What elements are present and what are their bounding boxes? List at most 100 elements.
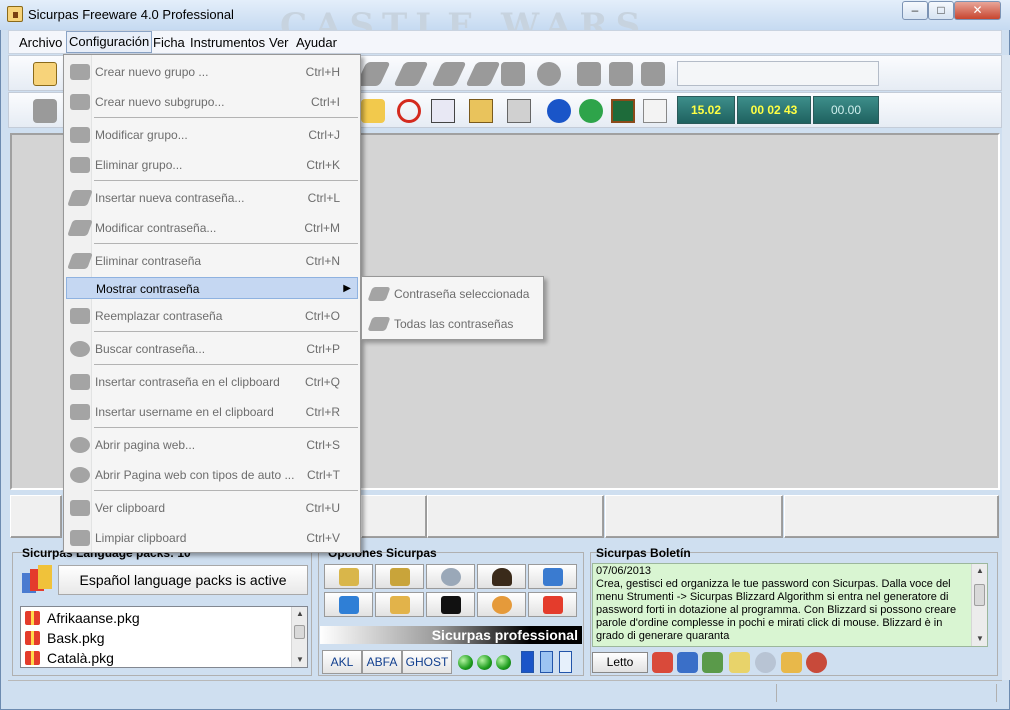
bulletin-title: Sicurpas Boletín: [596, 546, 691, 560]
help-icon[interactable]: [547, 99, 571, 123]
list-item[interactable]: Català.pkg: [25, 648, 114, 667]
language-list[interactable]: Afrikaanse.pkg Bask.pkg Català.pkg ▲ ▼: [20, 606, 308, 668]
scroll-thumb[interactable]: [294, 625, 305, 639]
note-edit-icon[interactable]: [729, 652, 750, 673]
scroll-thumb[interactable]: [974, 584, 985, 606]
disc-icon[interactable]: [755, 652, 776, 673]
option-keys-button[interactable]: [375, 564, 424, 589]
group-icon[interactable]: [33, 99, 57, 123]
menu-item-ver-clipboard[interactable]: Ver clipboard Ctrl+U: [66, 497, 358, 519]
clipboard-icon: [390, 596, 410, 614]
action-slot-3[interactable]: [427, 495, 604, 538]
menu-item-insertar-contrasena[interactable]: Insertar nueva contraseña... Ctrl+L: [66, 187, 358, 209]
scroll-up-icon[interactable]: ▲: [292, 607, 307, 621]
option-password-button[interactable]: [324, 564, 373, 589]
menu-archivo[interactable]: Archivo: [17, 34, 64, 52]
clipboard-clear-icon[interactable]: [641, 62, 665, 86]
search-person-icon[interactable]: [537, 62, 561, 86]
option-window-button[interactable]: [324, 592, 373, 617]
menu-item-modificar-grupo[interactable]: Modificar grupo... Ctrl+J: [66, 124, 358, 146]
ghost-button[interactable]: GHOST: [402, 650, 452, 674]
home-refresh-icon[interactable]: [652, 652, 673, 673]
book-blank-icon[interactable]: [559, 651, 572, 673]
menu-item-abrir-pagina-auto[interactable]: Abrir Pagina web con tipos de auto ... Ct…: [66, 464, 358, 486]
book-icon[interactable]: [521, 651, 534, 673]
option-settings-button[interactable]: [426, 564, 475, 589]
list-item[interactable]: Bask.pkg: [25, 628, 105, 648]
swap-icon[interactable]: [501, 62, 525, 86]
akl-button[interactable]: AKL: [322, 650, 362, 674]
menu-item-reemplazar-contrasena[interactable]: Reemplazar contraseña Ctrl+O: [66, 305, 358, 327]
folder-add-icon[interactable]: [781, 652, 802, 673]
menu-ver[interactable]: Ver: [267, 34, 291, 52]
scroll-up-icon[interactable]: ▲: [972, 564, 987, 578]
network-icon[interactable]: [677, 652, 698, 673]
action-slot-1[interactable]: [10, 495, 62, 538]
clipboard-color-icon[interactable]: [469, 99, 493, 123]
key-view-icon: [367, 287, 391, 301]
lock-icon[interactable]: [33, 62, 57, 86]
action-slot-2[interactable]: [361, 495, 427, 538]
scroll-down-icon[interactable]: ▼: [972, 632, 987, 646]
key-view-icon[interactable]: [465, 62, 501, 86]
bulletin-scrollbar[interactable]: ▲ ▼: [971, 564, 987, 646]
minimize-button[interactable]: –: [902, 1, 928, 20]
option-palette-button[interactable]: [477, 592, 526, 617]
menu-item-username-clipboard[interactable]: Insertar username en el clipboard Ctrl+R: [66, 401, 358, 423]
title-bar[interactable]: CASTLE WARS Sicurpas Freeware 4.0 Profes…: [0, 0, 1010, 46]
menu-ayudar[interactable]: Ayudar: [294, 34, 339, 52]
tools-icon[interactable]: [507, 99, 531, 123]
list-item[interactable]: Afrikaanse.pkg: [25, 608, 140, 628]
clipboard-user-icon[interactable]: [609, 62, 633, 86]
menu-item-crear-grupo[interactable]: Crear nuevo grupo ... Ctrl+H: [66, 61, 358, 83]
key-delete-icon[interactable]: [431, 62, 467, 86]
menu-instrumentos[interactable]: Instrumentos: [188, 34, 267, 52]
window-edge: [1002, 55, 1010, 680]
close-button[interactable]: ✕: [954, 1, 1001, 20]
time-display-3: 00.00: [813, 96, 879, 124]
menu-item-crear-subgrupo[interactable]: Crear nuevo subgrupo... Ctrl+I: [66, 91, 358, 113]
action-slot-4[interactable]: [605, 495, 783, 538]
option-language-button[interactable]: [528, 592, 577, 617]
text-edit-icon[interactable]: [431, 99, 455, 123]
app-lock-icon[interactable]: [7, 6, 23, 22]
read-button[interactable]: Letto: [592, 652, 648, 673]
keys-icon[interactable]: [361, 99, 385, 123]
no-access-icon[interactable]: [397, 99, 421, 123]
clipboard-icon[interactable]: [577, 62, 601, 86]
board-icon[interactable]: [611, 99, 635, 123]
menu-configuracion[interactable]: Configuración: [66, 31, 153, 53]
abfa-button[interactable]: ABFA: [362, 650, 402, 674]
option-user-button[interactable]: [477, 564, 526, 589]
menu-item-buscar-contrasena[interactable]: Buscar contraseña... Ctrl+P: [66, 338, 358, 360]
package-icon: [25, 611, 40, 625]
option-image-button[interactable]: [528, 564, 577, 589]
maximize-button[interactable]: □: [928, 1, 954, 20]
menu-ficha[interactable]: Ficha: [151, 34, 187, 52]
menu-item-modificar-contrasena[interactable]: Modificar contraseña... Ctrl+M: [66, 217, 358, 239]
search-input[interactable]: [677, 61, 879, 86]
book-open-icon[interactable]: [540, 651, 553, 673]
menu-item-mostrar-contrasena[interactable]: Mostrar contraseña ▶: [66, 277, 358, 299]
menu-item-eliminar-contrasena[interactable]: Eliminar contraseña Ctrl+N: [66, 250, 358, 272]
menu-item-abrir-pagina-web[interactable]: Abrir pagina web... Ctrl+S: [66, 434, 358, 456]
bulletin-text-area[interactable]: 07/06/2013 Crea, gestisci ed organizza l…: [592, 563, 988, 647]
scroll-down-icon[interactable]: ▼: [292, 653, 307, 667]
action-slot-5[interactable]: [784, 495, 999, 538]
shield-user-icon[interactable]: [806, 652, 827, 673]
globe-icon[interactable]: [579, 99, 603, 123]
image-icon[interactable]: [643, 99, 667, 123]
option-clipboard-button[interactable]: [375, 592, 424, 617]
key-edit-icon[interactable]: [393, 62, 429, 86]
submenu-item-todas[interactable]: Todas las contraseñas: [364, 311, 541, 337]
list-scrollbar[interactable]: ▲ ▼: [291, 607, 307, 667]
option-console-button[interactable]: [426, 592, 475, 617]
submenu-item-seleccionada[interactable]: Contraseña seleccionada: [364, 281, 541, 307]
active-language-button[interactable]: Español language packs is active: [58, 565, 308, 595]
menu-separator: [94, 490, 358, 491]
menu-item-limpiar-clipboard[interactable]: Limpiar clipboard Ctrl+V: [66, 527, 358, 549]
sound-icon[interactable]: [702, 652, 723, 673]
menu-bar: Archivo Configuración Ficha Instrumentos…: [8, 30, 1002, 54]
menu-item-contrasena-clipboard[interactable]: Insertar contraseña en el clipboard Ctrl+…: [66, 371, 358, 393]
menu-item-eliminar-grupo[interactable]: Eliminar grupo... Ctrl+K: [66, 154, 358, 176]
